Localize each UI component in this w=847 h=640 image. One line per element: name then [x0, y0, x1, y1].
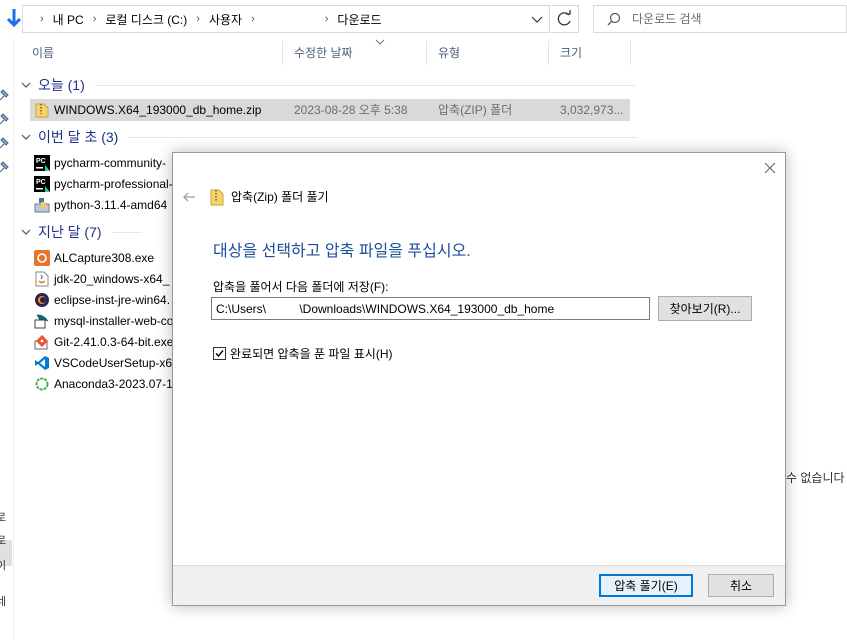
zip-folder-icon [210, 189, 224, 206]
breadcrumb-users[interactable]: 사용자 [209, 11, 242, 28]
nav-item-fragment[interactable]: 로 [0, 509, 9, 525]
dialog-instruction: 대상을 선택하고 압축 파일을 푸십시오. [213, 243, 471, 260]
java-file-icon [35, 271, 49, 287]
pin-icon [0, 113, 9, 125]
refresh-icon [557, 10, 571, 26]
arrow-left-icon [183, 192, 195, 202]
breadcrumb-separator: › [40, 13, 44, 25]
file-name: mysql-installer-web-co [54, 314, 174, 328]
search-input[interactable]: 다운로드 검색 [593, 5, 847, 33]
file-size: 3,032,973... [560, 103, 624, 117]
arrow-down-icon [6, 9, 22, 28]
anaconda-app-icon [35, 377, 49, 391]
breadcrumb-separator: › [196, 13, 200, 25]
dialog-footer: 압축 풀기(E) 취소 [173, 565, 785, 605]
zip-folder-icon [35, 103, 49, 118]
address-history-dropdown[interactable] [529, 11, 545, 27]
svg-text:PC: PC [36, 179, 46, 186]
file-name: ALCapture308.exe [54, 251, 155, 265]
pin-icon [0, 89, 9, 101]
mysql-installer-icon [34, 314, 49, 329]
browse-button[interactable]: 찾아보기(R)... [658, 296, 752, 321]
address-toolbar: › 내 PC › 로컬 디스크 (C:) › 사용자 › › 다운로드 다운로드… [0, 0, 847, 37]
search-placeholder: 다운로드 검색 [632, 12, 702, 26]
pycharm-app-icon: PC [34, 155, 50, 171]
vscode-app-icon [35, 356, 49, 370]
group-divider [94, 84, 635, 86]
file-row[interactable]: WINDOWS.X64_193000_db_home.zip 2023-08-2… [30, 99, 630, 121]
file-name: WINDOWS.X64_193000_db_home.zip [54, 103, 262, 117]
file-name: eclipse-inst-jre-win64. [54, 293, 171, 307]
chevron-down-icon [21, 134, 31, 140]
nav-item-fragment[interactable]: 로 [0, 532, 9, 548]
destination-label: 압축을 풀어서 다음 폴더에 저장(F): [213, 280, 389, 294]
destination-path-input[interactable] [211, 297, 650, 320]
breadcrumb-separator: › [324, 13, 329, 25]
checkmark-icon [215, 349, 224, 357]
address-bar[interactable]: › 내 PC › 로컬 디스크 (C:) › 사용자 › › 다운로드 [22, 5, 550, 33]
file-name: pycharm-community- [54, 156, 167, 170]
chevron-down-icon [21, 229, 31, 235]
chevron-down-icon [531, 16, 543, 23]
nav-item-fragment[interactable]: 이 [0, 557, 9, 573]
breadcrumb-downloads[interactable]: 다운로드 [337, 11, 381, 28]
breadcrumb-local-disk[interactable]: 로컬 디스크 (C:) [105, 11, 187, 28]
file-date: 2023-08-28 오후 5:38 [294, 103, 408, 117]
extract-zip-dialog: 압축(Zip) 폴더 풀기 대상을 선택하고 압축 파일을 푸십시오. 압축을 … [172, 152, 786, 606]
column-header-size[interactable]: 크기 [548, 37, 582, 69]
search-icon [607, 12, 621, 26]
group-title: 지난 달 (7) [38, 224, 102, 240]
python-installer-icon [34, 198, 50, 213]
pin-icon [0, 161, 9, 173]
sort-caret-icon [375, 39, 385, 45]
file-name: jdk-20_windows-x64_ [54, 272, 170, 286]
file-name: VSCodeUserSetup-x64 [54, 356, 179, 370]
file-name: Anaconda3-2023.07-1 [54, 377, 173, 391]
git-installer-icon [34, 335, 48, 350]
preview-pane-message: 수 없습니다 [786, 471, 845, 485]
group-divider [111, 231, 142, 233]
show-files-checkbox[interactable] [213, 346, 226, 360]
dialog-back-button[interactable] [181, 189, 197, 205]
breadcrumb-this-pc[interactable]: 내 PC [53, 11, 84, 28]
dialog-close-button[interactable] [761, 159, 779, 177]
column-header-name[interactable]: 이름 [20, 37, 54, 69]
file-name: python-3.11.4-amd64 [54, 198, 168, 212]
show-files-option[interactable]: 완료되면 압축을 푼 파일 표시(H) [213, 345, 392, 361]
alcapture-app-icon [34, 250, 50, 266]
show-files-label[interactable]: 완료되면 압축을 푼 파일 표시(H) [230, 345, 392, 362]
group-title: 오늘 (1) [38, 77, 85, 93]
recent-locations-button[interactable] [4, 6, 24, 30]
group-header-this-month[interactable]: 이번 달 초 (3) [20, 125, 639, 149]
extract-button[interactable]: 압축 풀기(E) [599, 574, 693, 597]
group-header-today[interactable]: 오늘 (1) [20, 73, 635, 97]
breadcrumb-separator: › [251, 13, 255, 25]
eclipse-installer-icon [35, 293, 49, 307]
group-header-last-month[interactable]: 지난 달 (7) [20, 220, 142, 244]
column-header-date[interactable]: 수정한 날짜 [282, 37, 353, 69]
column-header-type[interactable]: 유형 [426, 37, 460, 69]
group-title: 이번 달 초 (3) [38, 129, 119, 145]
group-divider [128, 136, 639, 138]
breadcrumb: › 내 PC › 로컬 디스크 (C:) › 사용자 › › 다운로드 [31, 6, 382, 32]
svg-text:PC: PC [36, 158, 46, 165]
pin-icon [0, 137, 9, 149]
pycharm-app-icon: PC [34, 176, 50, 192]
file-name: pycharm-professional- [54, 177, 173, 191]
navigation-pane[interactable]: 로 로 이 네 [0, 37, 14, 640]
column-divider[interactable] [630, 41, 631, 65]
refresh-button[interactable] [551, 5, 579, 33]
file-name: Git-2.41.0.3-64-bit.exe [54, 335, 174, 349]
chevron-down-icon [21, 82, 31, 88]
column-headers: 이름 수정한 날짜 유형 크기 [20, 37, 660, 69]
file-type: 압축(ZIP) 폴더 [438, 103, 513, 117]
dialog-title: 압축(Zip) 폴더 풀기 [231, 190, 329, 204]
breadcrumb-separator: › [92, 13, 97, 25]
close-icon [764, 162, 776, 174]
nav-item-fragment[interactable]: 네 [0, 593, 9, 609]
cancel-button[interactable]: 취소 [708, 574, 774, 597]
